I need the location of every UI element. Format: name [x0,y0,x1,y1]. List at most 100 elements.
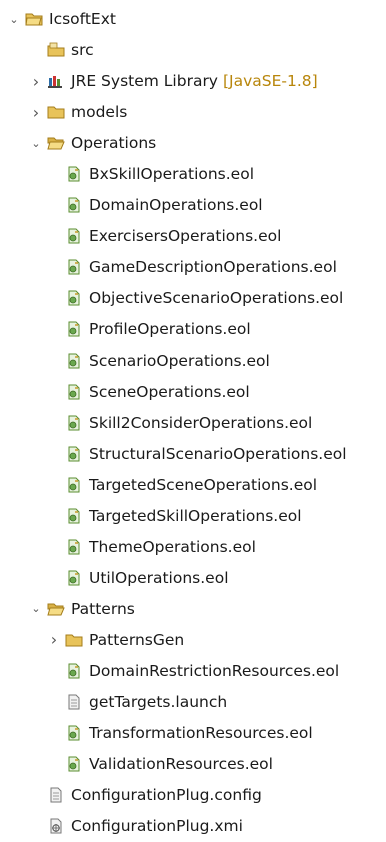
tree-item-configurationplug-xmi[interactable]: ConfigurationPlug.xmi [28,810,243,842]
tree-item-targetedskilloperations-eol[interactable]: TargetedSkillOperations.eol [46,500,302,532]
tree-item-patterns[interactable]: ⌄ Patterns [28,593,134,625]
tree-item-src[interactable]: src [28,34,94,66]
eol-file-icon [65,259,83,275]
library-icon [47,73,65,89]
tree-item-profileoperations-eol[interactable]: ProfileOperations.eol [46,313,251,345]
tree-item-label: StructuralScenarioOperations.eol [89,444,347,463]
eol-file-icon [65,197,83,213]
tree-item-label: TransformationResources.eol [89,724,313,743]
launch-file-icon [65,694,83,710]
eol-file-icon [65,290,83,306]
eol-file-icon [65,321,83,337]
tree-item-label: TargetedSceneOperations.eol [89,475,318,494]
eol-file-icon [65,384,83,400]
eol-file-icon [65,539,83,555]
tree-item-models[interactable]: › models [28,96,128,128]
tree-item-label: ConfigurationPlug.xmi [71,817,243,836]
eol-file-icon [65,477,83,493]
chevron-right-icon[interactable]: › [46,630,62,649]
folder-icon [65,632,83,648]
tree-item-label: ThemeOperations.eol [89,537,256,556]
tree-item-utiloperations-eol[interactable]: UtilOperations.eol [46,562,229,594]
tree-item-transformationresources-eol[interactable]: TransformationResources.eol [46,717,313,749]
tree-item-structuralscenariooperations-eol[interactable]: StructuralScenarioOperations.eol [46,438,347,470]
tree-item-label: ConfigurationPlug.config [71,786,262,805]
chevron-down-icon[interactable]: ⌄ [28,601,44,617]
tree-item-label: Operations [71,134,157,153]
folder-icon [47,104,65,120]
tree-item-label: models [71,103,128,122]
tree-item-label: src [71,41,94,59]
tree-item-label: BxSkillOperations.eol [89,165,255,184]
tree-item-exercisersoperations-eol[interactable]: ExercisersOperations.eol [46,220,281,252]
tree-item-label: IcsoftExt [49,10,116,28]
folder-open-icon [47,601,65,617]
tree-item-decoration: [JavaSE-1.8] [223,72,318,91]
chevron-down-icon[interactable]: ⌄ [6,11,22,27]
tree-item-bxskilloperations-eol[interactable]: BxSkillOperations.eol [46,158,254,190]
tree-item-label: UtilOperations.eol [89,568,229,587]
tree-item-label: JRE System Library [71,72,218,91]
tree-item-label: PatternsGen [89,630,185,649]
tree-item-gamedescriptionoperations-eol[interactable]: GameDescriptionOperations.eol [46,251,337,283]
eol-file-icon [65,725,83,741]
eol-file-icon [65,570,83,586]
tree-item-label: Skill2ConsiderOperations.eol [89,413,313,432]
chevron-right-icon[interactable]: › [28,72,44,91]
tree-item-configurationplug-config[interactable]: ConfigurationPlug.config [28,779,262,811]
tree-item-label: SceneOperations.eol [89,382,250,401]
tree-item-label: TargetedSkillOperations.eol [89,506,302,525]
tree-item-icsoftext[interactable]: ⌄ IcsoftExt [6,3,116,35]
tree-item-targetedsceneoperations-eol[interactable]: TargetedSceneOperations.eol [46,469,317,501]
tree-item-label: GameDescriptionOperations.eol [89,258,337,277]
eol-file-icon [65,353,83,369]
tree-item-domainoperations-eol[interactable]: DomainOperations.eol [46,189,263,221]
tree-item-domainrestrictionresources-eol[interactable]: DomainRestrictionResources.eol [46,655,339,687]
eol-file-icon [65,415,83,431]
tree-item-operations[interactable]: ⌄ Operations [28,127,156,159]
tree-item-validationresources-eol[interactable]: ValidationResources.eol [46,748,273,780]
eol-file-icon [65,663,83,679]
tree-item-patternsgen[interactable]: › PatternsGen [46,624,184,656]
folder-open-icon [47,135,65,151]
eol-file-icon [65,446,83,462]
tree-item-label: ObjectiveScenarioOperations.eol [89,289,344,308]
config-file-icon [47,787,65,803]
tree-item-sceneoperations-eol[interactable]: SceneOperations.eol [46,376,250,408]
tree-item-skill2consideroperations-eol[interactable]: Skill2ConsiderOperations.eol [46,407,312,439]
tree-item-objectivescenariooperations-eol[interactable]: ObjectiveScenarioOperations.eol [46,282,343,314]
tree-item-gettargets-launch[interactable]: getTargets.launch [46,686,227,718]
tree-item-label: DomainRestrictionResources.eol [89,662,340,680]
tree-item-jre-system-library[interactable]: › JRE System Library [JavaSE-1.8] [28,65,318,97]
chevron-down-icon[interactable]: ⌄ [28,135,44,151]
eol-file-icon [65,756,83,772]
eol-file-icon [65,228,83,244]
eol-file-icon [65,508,83,524]
source-folder-icon [47,42,65,58]
tree-item-scenariooperations-eol[interactable]: ScenarioOperations.eol [46,345,270,377]
tree-item-label: ValidationResources.eol [89,755,273,774]
chevron-right-icon[interactable]: › [28,103,44,122]
eol-file-icon [65,166,83,182]
tree-item-themeoperations-eol[interactable]: ThemeOperations.eol [46,531,256,563]
tree-item-label: getTargets.launch [89,693,228,712]
